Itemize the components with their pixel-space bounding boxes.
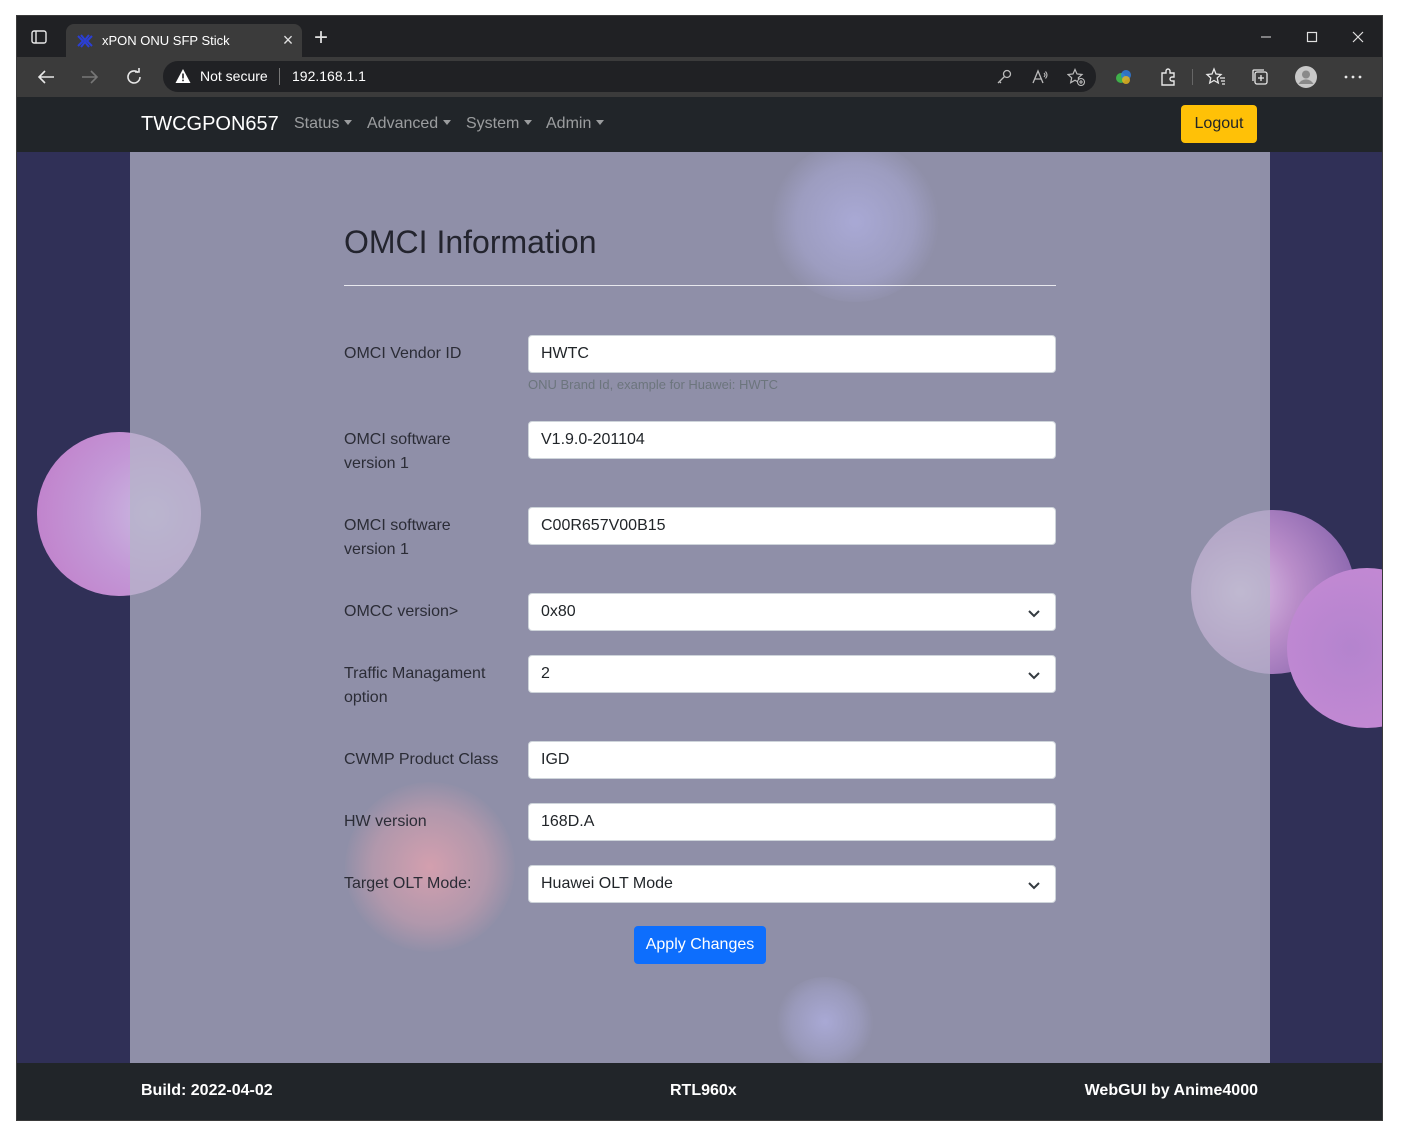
title-divider [344,285,1056,286]
caret-down-icon [596,120,605,125]
new-tab-button[interactable]: + [309,26,333,50]
omcc-version-value: 0x80 [541,603,576,620]
chevron-down-icon [1028,882,1040,890]
apply-changes-button[interactable]: Apply Changes [634,926,766,964]
browser-window: xPON ONU SFP Stick × + Not secure 192.16… [17,16,1382,1120]
brand-title[interactable]: TWCGPON657 [141,113,279,136]
chevron-down-icon [1028,610,1040,618]
decorative-blob [345,782,515,952]
url-text[interactable]: 192.168.1.1 [292,68,366,84]
tab-actions-icon[interactable] [31,30,47,44]
decorative-blob [775,977,875,1063]
more-options-icon[interactable] [1342,66,1364,88]
caret-down-icon [344,120,353,125]
logout-button[interactable]: Logout [1181,105,1257,143]
credit-label: WebGUI by Anime4000 [1084,1082,1258,1099]
hw-version-label: HW version [344,813,427,830]
omcc-version-label: OMCC version> [344,603,459,620]
cwmp-product-class-input[interactable]: IGD [528,741,1056,779]
favorite-add-icon[interactable] [1067,68,1085,86]
tab-strip: xPON ONU SFP Stick × + [17,16,1382,57]
vendor-id-help: ONU Brand Id, example for Huawei: HWTC [528,377,778,392]
browser-tab[interactable]: xPON ONU SFP Stick × [66,24,302,57]
page-viewport: TWCGPON657 Status Advanced System Admin … [17,97,1382,1120]
top-navbar: TWCGPON657 Status Advanced System Admin … [17,97,1382,152]
tab-title: xPON ONU SFP Stick [102,33,230,48]
omcc-version-select[interactable]: 0x80 [528,593,1056,631]
traffic-management-value: 2 [541,665,550,682]
target-olt-mode-value: Huawei OLT Mode [541,875,673,892]
content-panel: OMCI Information OMCI Vendor ID HWTC ONU… [130,152,1270,1063]
address-bar[interactable]: Not secure 192.168.1.1 [163,61,1096,92]
minimize-icon[interactable] [1251,24,1281,48]
vendor-id-input[interactable]: HWTC [528,335,1056,373]
page-footer: Build: 2022-04-02 RTL960x WebGUI by Anim… [17,1063,1382,1120]
chevron-down-icon [1028,672,1040,680]
profile-avatar-icon[interactable] [1295,66,1317,88]
cwmp-product-class-label: CWMP Product Class [344,751,499,768]
favorites-icon[interactable] [1205,66,1227,88]
chipset-label: RTL960x [670,1082,737,1099]
browser-toolbar: Not secure 192.168.1.1 [17,57,1382,97]
back-arrow-icon[interactable] [35,66,57,88]
software-version-2-label: OMCI software version 1 [344,517,451,558]
menu-admin[interactable]: Admin [546,115,605,133]
menu-advanced[interactable]: Advanced [367,115,452,133]
security-status[interactable]: Not secure [200,68,268,84]
target-olt-mode-label: Target OLT Mode: [344,875,472,892]
key-icon[interactable] [995,68,1013,86]
caret-down-icon [443,120,452,125]
toolbar-separator [1192,69,1193,85]
menu-status[interactable]: Status [294,115,353,133]
decorative-blob [770,152,940,302]
traffic-management-label: Traffic Managament option [344,665,486,706]
menu-system[interactable]: System [466,115,533,133]
close-window-icon[interactable] [1343,24,1373,48]
collections-icon[interactable] [1249,66,1271,88]
forward-arrow-icon[interactable] [79,66,101,88]
refresh-icon[interactable] [123,66,145,88]
target-olt-mode-select[interactable]: Huawei OLT Mode [528,865,1056,903]
caret-down-icon [524,120,533,125]
software-version-1-input[interactable]: V1.9.0-201104 [528,421,1056,459]
traffic-management-select[interactable]: 2 [528,655,1056,693]
read-aloud-icon[interactable] [1031,68,1049,86]
vendor-id-label: OMCI Vendor ID [344,345,462,362]
menu-admin-label: Admin [546,115,592,132]
close-tab-icon[interactable]: × [278,30,298,50]
software-version-1-label: OMCI software version 1 [344,431,451,472]
menu-advanced-label: Advanced [367,115,439,132]
maximize-icon[interactable] [1297,24,1327,48]
address-separator [279,68,280,85]
xpon-logo-icon [77,34,93,48]
hw-version-input[interactable]: 168D.A [528,803,1056,841]
extensions-icon[interactable] [1157,66,1179,88]
build-date: Build: 2022-04-02 [141,1082,273,1099]
page-title: OMCI Information [344,224,597,260]
software-version-2-input[interactable]: C00R657V00B15 [528,507,1056,545]
color-extension-icon[interactable] [1113,66,1135,88]
menu-system-label: System [466,115,520,132]
menu-status-label: Status [294,115,340,132]
warning-triangle-icon[interactable] [175,68,191,84]
